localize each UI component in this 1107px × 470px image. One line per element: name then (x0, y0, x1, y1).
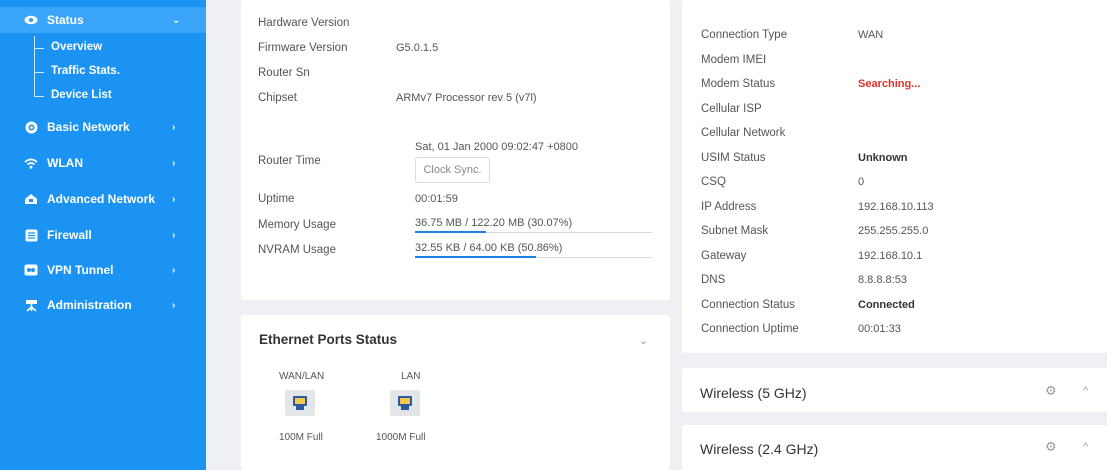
router-time-label: Router Time (258, 155, 321, 167)
wan-row-value: 192.168.10.1 (858, 250, 923, 262)
router-sn-label: Router Sn (258, 67, 310, 79)
wan-row-value: 255.255.255.0 (858, 225, 929, 237)
wireless-5ghz-title: Wireless (5 GHz) (700, 385, 807, 401)
ethernet-port-icon (390, 390, 420, 416)
eye-icon (24, 13, 38, 27)
firewall-icon (24, 228, 38, 242)
uptime-value: 00:01:59 (415, 193, 458, 205)
chevron-right-icon: › (172, 121, 176, 133)
memory-usage-label: Memory Usage (258, 219, 336, 231)
sidebar-item-basic-network[interactable]: Basic Network › (0, 114, 206, 140)
wan-row-label: USIM Status (701, 152, 766, 164)
router-time-value: Sat, 01 Jan 2000 09:02:47 +0800 (415, 141, 579, 153)
chevron-up-icon[interactable]: ^ (1083, 441, 1088, 453)
wifi-icon (24, 156, 38, 170)
nvram-usage-bar (415, 256, 652, 258)
port-speed: 1000M Full (376, 432, 426, 443)
sidebar-item-advanced-network[interactable]: Advanced Network › (0, 186, 206, 212)
wan-row-value: Connected (858, 299, 915, 311)
wan-status-card: Connection Type WAN Modem IMEI Modem Status… (682, 0, 1107, 353)
router-icon (24, 192, 38, 206)
wan-row-value: WAN (858, 29, 884, 41)
wan-row-label: Subnet Mask (701, 225, 769, 237)
wan-row-label: Connection Type (701, 29, 788, 41)
port-speed: 100M Full (279, 432, 323, 443)
wan-row-label: Cellular Network (701, 127, 786, 139)
sidebar-sub-label: Device List (51, 89, 112, 101)
chevron-right-icon: › (172, 157, 176, 169)
chevron-right-icon: › (172, 299, 176, 311)
sidebar-item-vpn-tunnel[interactable]: VPN Tunnel › (0, 257, 206, 283)
vpn-icon (24, 263, 38, 277)
sidebar-item-label: Status (47, 13, 84, 27)
wireless-24ghz-card: Wireless (2.4 GHz) ⚙ ^ (682, 425, 1107, 470)
port-name: LAN (401, 371, 421, 382)
wireless-5ghz-card: Wireless (5 GHz) ⚙ ^ (682, 368, 1107, 412)
sidebar-sub-device-list[interactable]: Device List (0, 84, 206, 108)
wan-row-label: Connection Status (701, 299, 795, 311)
sidebar-item-label: VPN Tunnel (47, 263, 114, 277)
chevron-down-icon: ⌄ (172, 14, 181, 26)
wan-row-value: Unknown (858, 152, 908, 164)
sidebar-sub-overview[interactable]: Overview (0, 36, 206, 60)
wan-row-label: Modem IMEI (701, 54, 767, 66)
sidebar-item-label: Administration (47, 298, 132, 312)
chevron-up-icon[interactable]: ^ (1083, 385, 1088, 397)
gear-icon[interactable]: ⚙ (1045, 439, 1057, 455)
sidebar-item-administration[interactable]: Administration › (0, 292, 206, 318)
wan-row-label: Gateway (701, 250, 747, 262)
wan-row-value: 00:01:33 (858, 323, 901, 335)
wan-row-value: 192.168.10.113 (858, 201, 934, 213)
ethernet-port-icon (285, 390, 315, 416)
wan-row-label: Connection Uptime (701, 323, 799, 335)
chipset-label: Chipset (258, 92, 297, 104)
admin-icon (24, 298, 38, 312)
chipset-value: ARMv7 Processor rev 5 (v7l) (396, 92, 537, 104)
chevron-right-icon: › (172, 264, 176, 276)
memory-usage-value: 36.75 MB / 122.20 MB (30.07%) (415, 217, 573, 229)
sidebar-item-status[interactable]: Status ⌄ (0, 7, 206, 33)
sidebar-item-label: WLAN (47, 156, 83, 170)
wireless-24ghz-title: Wireless (2.4 GHz) (700, 441, 819, 457)
chevron-right-icon: › (172, 229, 176, 241)
wan-row-label: Modem Status (701, 78, 776, 90)
nvram-usage-value: 32.55 KB / 64.00 KB (50.86%) (415, 242, 563, 254)
wan-row-label: CSQ (701, 176, 726, 188)
memory-usage-fill (415, 231, 487, 233)
memory-usage-bar (415, 231, 652, 233)
port-name: WAN/LAN (279, 371, 325, 382)
wan-row-value: 8.8.8.8:53 (858, 274, 907, 286)
globe-icon (24, 120, 38, 134)
sidebar-item-label: Advanced Network (47, 192, 156, 206)
wan-row-label: DNS (701, 274, 726, 286)
chevron-down-icon[interactable]: ⌄ (639, 334, 648, 347)
ethernet-ports-title: Ethernet Ports Status (259, 332, 398, 347)
uptime-label: Uptime (258, 193, 295, 205)
sidebar-item-wlan[interactable]: WLAN › (0, 150, 206, 176)
router-info-card: Hardware Version Firmware Version G5.0.1… (241, 0, 670, 300)
wan-row-label: Cellular ISP (701, 103, 762, 115)
wan-row-value: 0 (858, 176, 865, 188)
firmware-version-value: G5.0.1.5 (396, 42, 439, 54)
gear-icon[interactable]: ⚙ (1045, 383, 1057, 399)
nvram-usage-fill (415, 256, 536, 258)
sidebar-nav: Status ⌄ Overview Traffic Stats. Device … (0, 0, 206, 470)
ethernet-ports-card: Ethernet Ports Status ⌄ WAN/LAN 100M Ful… (241, 315, 670, 470)
firmware-version-label: Firmware Version (258, 42, 348, 54)
sidebar-sub-label: Overview (51, 41, 103, 53)
sidebar-sub-label: Traffic Stats. (51, 65, 121, 77)
sidebar-item-label: Basic Network (47, 120, 130, 134)
chevron-right-icon: › (172, 193, 176, 205)
nvram-usage-label: NVRAM Usage (258, 244, 336, 256)
sidebar-item-label: Firewall (47, 228, 92, 242)
sidebar-item-firewall[interactable]: Firewall › (0, 222, 206, 248)
wan-row-label: IP Address (701, 201, 757, 213)
wan-row-value: Searching... (858, 78, 921, 90)
hardware-version-label: Hardware Version (258, 17, 350, 29)
clock-sync-button[interactable]: Clock Sync. (415, 157, 490, 183)
sidebar-sub-traffic-stats[interactable]: Traffic Stats. (0, 60, 206, 84)
